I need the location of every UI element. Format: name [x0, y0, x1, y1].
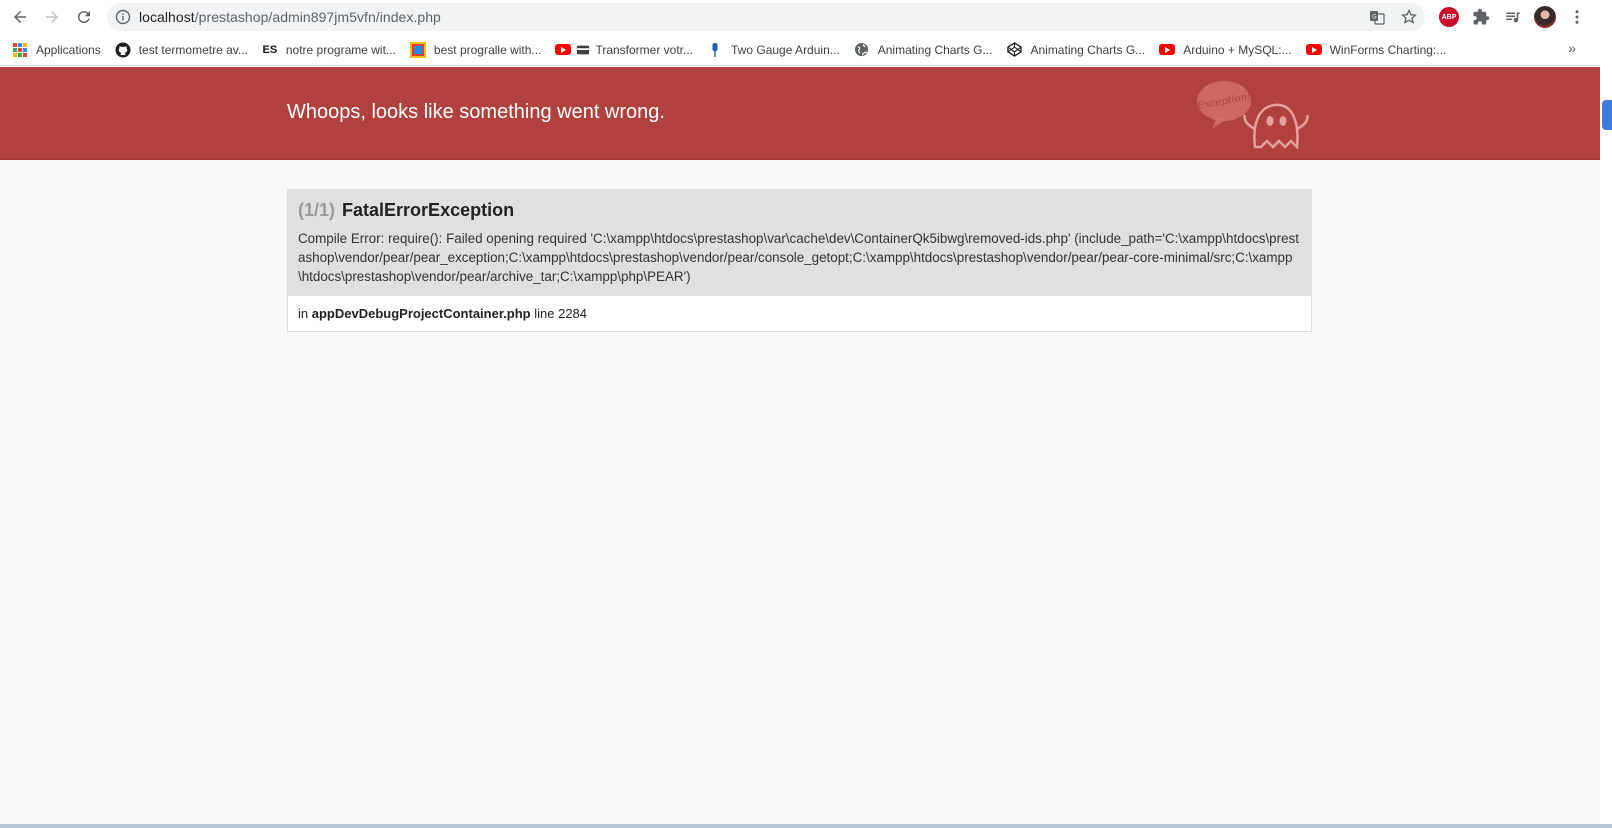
- avatar: [1534, 6, 1556, 28]
- site-favicon-icon: [409, 41, 426, 58]
- bookmark-applications[interactable]: Applications: [0, 36, 107, 64]
- forward-button[interactable]: [36, 0, 68, 34]
- media-control-button[interactable]: [1497, 0, 1529, 34]
- exception-message: Compile Error: require(): Failed opening…: [298, 231, 1299, 284]
- pin-icon: [707, 42, 723, 58]
- extensions-button[interactable]: [1465, 0, 1497, 34]
- url-path: /prestashop/admin897jm5vfn/index.php: [194, 9, 441, 25]
- bookmark-item[interactable]: ES notre programe wit...: [254, 36, 402, 64]
- apps-grid-icon: [12, 42, 28, 58]
- bookmark-item[interactable]: Two Gauge Arduin...: [699, 36, 846, 64]
- globe-icon: [854, 42, 870, 58]
- bookmark-label: notre programe wit...: [285, 42, 396, 57]
- youtube-icon: [1305, 42, 1322, 58]
- taskbar-edge: [0, 824, 1612, 828]
- bookmark-label: Arduino + MySQL:...: [1183, 42, 1292, 57]
- exception-ghost-icon: Exception!: [1197, 81, 1309, 149]
- exception-location: in appDevDebugProjectContainer.php line …: [288, 296, 1311, 331]
- bookmark-label: WinForms Charting:...: [1329, 42, 1447, 57]
- back-arrow-icon: [14, 11, 26, 23]
- side-panel-tab[interactable]: [1602, 100, 1612, 130]
- exception-header: (1/1) FatalErrorException Compile Error:…: [288, 190, 1311, 296]
- reload-icon: [77, 11, 90, 24]
- bookmarks-overflow-button[interactable]: »: [1568, 40, 1576, 56]
- bookmark-item[interactable]: WinForms Charting:...: [1298, 36, 1453, 64]
- error-title: Whoops, looks like something went wrong.: [287, 101, 665, 123]
- extensions-area: ABP: [1433, 0, 1593, 34]
- info-icon[interactable]: [115, 9, 131, 25]
- forward-arrow-icon: [46, 11, 58, 23]
- exception-file: appDevDebugProjectContainer.php: [311, 306, 531, 321]
- back-button[interactable]: [4, 0, 36, 34]
- menu-button[interactable]: [1561, 0, 1593, 34]
- bookmark-label: Applications: [36, 42, 101, 57]
- exception-class: FatalErrorException: [342, 200, 515, 220]
- svg-text:G: G: [1372, 14, 1377, 21]
- puzzle-icon: [1473, 8, 1490, 25]
- location-prefix: in: [298, 306, 309, 321]
- bookmark-label: Transformer votr...: [595, 42, 694, 57]
- exception-count: (1/1): [298, 200, 336, 220]
- codepen-icon: [1006, 42, 1022, 58]
- url-text: localhost/prestashop/admin897jm5vfn/inde…: [139, 9, 441, 25]
- exception-title: (1/1) FatalErrorException: [298, 200, 1301, 221]
- adblock-extension-button[interactable]: ABP: [1433, 0, 1465, 34]
- bookmark-item[interactable]: Arduino + MySQL:...: [1151, 36, 1297, 64]
- bookmark-item[interactable]: best progгаlle with...: [402, 36, 548, 64]
- exception-line: line 2284: [534, 306, 588, 321]
- bookmark-label: test termometre av...: [138, 42, 248, 57]
- bookmarks-bar: Applications test termometre av... ES no…: [0, 34, 1600, 66]
- browser-toolbar: localhost/prestashop/admin897jm5vfn/inde…: [0, 0, 1600, 34]
- bookmark-item[interactable]: Animating Charts G...: [846, 36, 999, 64]
- youtube-icon: [1159, 42, 1176, 58]
- bookmark-label: Two Gauge Arduin...: [731, 42, 840, 57]
- playlist-icon: [1506, 12, 1520, 23]
- exception-block: (1/1) FatalErrorException Compile Error:…: [287, 189, 1312, 332]
- bookmark-label: best progгаlle with...: [433, 42, 542, 57]
- reload-button[interactable]: [68, 0, 100, 34]
- bookmark-label: Animating Charts G...: [877, 42, 993, 57]
- github-icon: [115, 42, 131, 58]
- card-icon: [575, 42, 591, 58]
- bookmark-item[interactable]: Transformer votr...: [547, 36, 699, 64]
- address-bar[interactable]: localhost/prestashop/admin897jm5vfn/inde…: [107, 3, 1425, 31]
- error-header: Whoops, looks like something went wrong.…: [0, 67, 1600, 160]
- bookmark-label: Animating Charts G...: [1030, 42, 1146, 57]
- profile-button[interactable]: [1529, 0, 1561, 34]
- bookmark-star-button[interactable]: [1393, 3, 1425, 31]
- es-icon: ES: [262, 43, 278, 56]
- youtube-icon: [555, 42, 572, 58]
- bookmark-item[interactable]: Animating Charts G...: [998, 36, 1151, 64]
- kebab-menu-icon: [1575, 10, 1579, 24]
- adblock-icon: ABP: [1439, 7, 1459, 27]
- page-content: Whoops, looks like something went wrong.…: [0, 67, 1600, 828]
- translate-icon: G: [1370, 11, 1385, 25]
- star-icon: [1401, 9, 1417, 24]
- url-host: localhost: [139, 9, 195, 25]
- translate-button[interactable]: G: [1361, 3, 1393, 31]
- bookmark-item[interactable]: test termometre av...: [107, 36, 254, 64]
